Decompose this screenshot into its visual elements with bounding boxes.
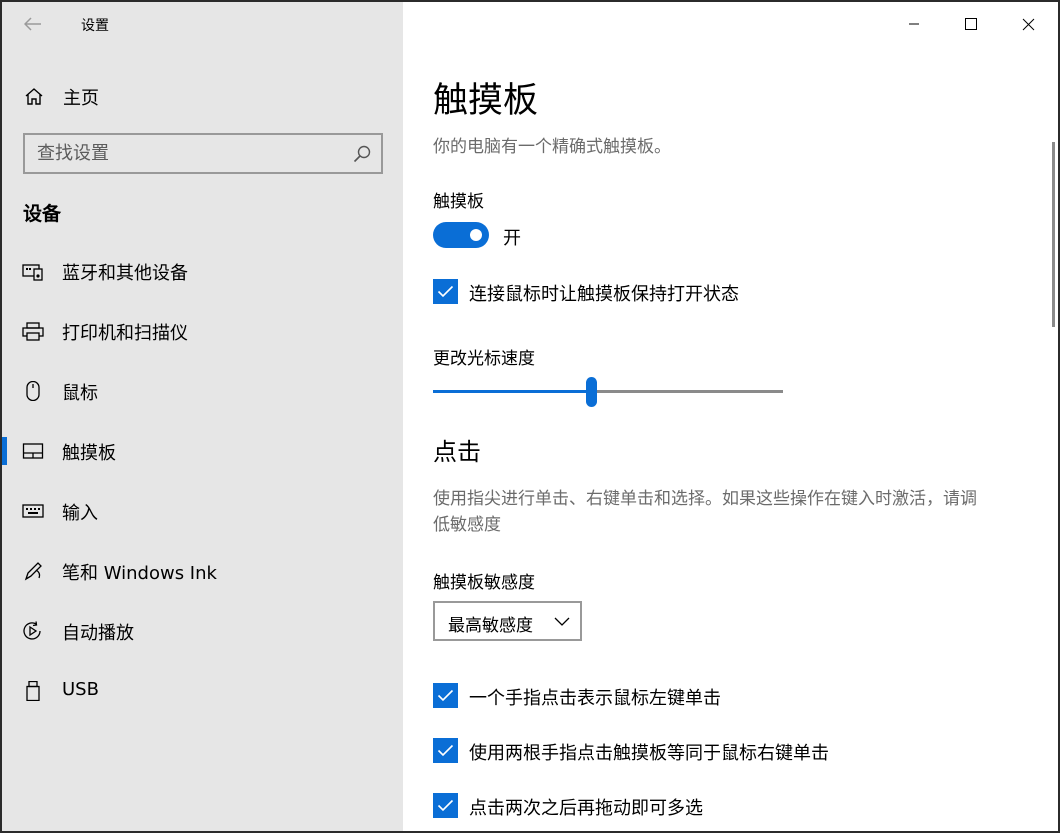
toggle-knob bbox=[470, 229, 482, 241]
checkbox-label: 一个手指点击表示鼠标左键单击 bbox=[469, 688, 721, 709]
printer-icon bbox=[22, 322, 44, 341]
sidebar-item-typing[interactable]: 输入 bbox=[2, 485, 403, 537]
checkmark-icon bbox=[437, 799, 454, 812]
checkbox-label: 点击两次之后再拖动即可多选 bbox=[469, 798, 703, 819]
cursor-speed-slider[interactable] bbox=[433, 374, 783, 410]
checkbox-label: 使用两根手指点击触摸板等同于鼠标右键单击 bbox=[469, 743, 829, 764]
checkbox[interactable] bbox=[433, 793, 458, 818]
sidebar-item-label: 蓝牙和其他设备 bbox=[62, 263, 188, 284]
touchpad-icon bbox=[22, 443, 44, 459]
back-button[interactable] bbox=[20, 12, 46, 36]
bluetooth-devices-icon bbox=[22, 264, 43, 281]
toggle-state-text: 开 bbox=[503, 228, 521, 249]
home-icon bbox=[25, 88, 43, 105]
sidebar-item-autoplay[interactable]: 自动播放 bbox=[2, 605, 403, 657]
checkbox[interactable] bbox=[433, 683, 458, 708]
sidebar: 设置 主页 设备 蓝牙和其他设备 bbox=[2, 2, 403, 831]
page-title: 触摸板 bbox=[433, 81, 539, 121]
title-bar-left: 设置 bbox=[2, 2, 403, 46]
checkmark-icon bbox=[437, 689, 454, 702]
settings-window: 设置 主页 设备 蓝牙和其他设备 bbox=[2, 2, 1058, 831]
sidebar-item-pen[interactable]: 笔和 Windows Ink bbox=[2, 545, 403, 597]
slider-track bbox=[596, 390, 783, 393]
checkbox[interactable] bbox=[433, 738, 458, 763]
close-icon bbox=[1022, 18, 1034, 30]
back-arrow-icon bbox=[24, 17, 41, 31]
usb-icon bbox=[26, 681, 40, 701]
sensitivity-label: 触摸板敏感度 bbox=[433, 573, 535, 593]
pen-icon bbox=[24, 562, 42, 581]
mouse-icon bbox=[26, 381, 40, 401]
maximize-button[interactable] bbox=[956, 10, 986, 38]
sidebar-item-printers[interactable]: 打印机和扫描仪 bbox=[2, 305, 403, 357]
sidebar-item-label: 鼠标 bbox=[62, 383, 98, 404]
search-icon[interactable] bbox=[353, 145, 371, 163]
touchpad-toggle-label: 触摸板 bbox=[433, 192, 484, 212]
slider-track-filled bbox=[433, 390, 586, 393]
search-box[interactable] bbox=[23, 133, 383, 174]
section-title: 设备 bbox=[23, 203, 62, 225]
sidebar-item-usb[interactable]: USB bbox=[2, 665, 403, 717]
tap-description: 使用指尖进行单击、右键单击和选择。如果这些操作在键入时激活，请调低敏感度 bbox=[433, 489, 977, 535]
scrollbar[interactable] bbox=[1052, 142, 1055, 327]
cursor-speed-label: 更改光标速度 bbox=[433, 349, 535, 369]
touchpad-toggle[interactable] bbox=[433, 222, 489, 248]
dropdown-value: 最高敏感度 bbox=[448, 616, 533, 636]
sidebar-item-label: 输入 bbox=[62, 503, 98, 524]
slider-thumb[interactable] bbox=[585, 377, 597, 407]
autoplay-icon bbox=[23, 621, 41, 640]
sidebar-item-label: 主页 bbox=[63, 88, 99, 109]
sidebar-item-touchpad[interactable]: 触摸板 bbox=[2, 425, 403, 477]
sidebar-item-label: 笔和 Windows Ink bbox=[62, 563, 217, 584]
keyboard-icon bbox=[22, 504, 44, 518]
checkmark-icon bbox=[437, 285, 454, 298]
main-content: 触摸板 你的电脑有一个精确式触摸板。 触摸板 开 连接鼠标时让触摸板保持打开状态… bbox=[403, 2, 1058, 831]
sidebar-item-home[interactable]: 主页 bbox=[2, 76, 403, 116]
sidebar-item-label: 触摸板 bbox=[62, 443, 116, 464]
maximize-icon bbox=[965, 18, 977, 30]
checkmark-icon bbox=[437, 744, 454, 757]
chevron-down-icon bbox=[554, 617, 570, 626]
tap-section-title: 点击 bbox=[433, 438, 481, 466]
minimize-button[interactable] bbox=[899, 10, 929, 38]
checkbox[interactable] bbox=[433, 279, 458, 304]
page-description: 你的电脑有一个精确式触摸板。 bbox=[433, 137, 671, 157]
sensitivity-dropdown[interactable]: 最高敏感度 bbox=[433, 601, 582, 641]
active-indicator bbox=[2, 437, 7, 465]
search-input[interactable] bbox=[37, 141, 337, 166]
sidebar-item-bluetooth[interactable]: 蓝牙和其他设备 bbox=[2, 245, 403, 297]
sidebar-item-label: 自动播放 bbox=[62, 623, 134, 644]
sidebar-item-label: 打印机和扫描仪 bbox=[62, 323, 188, 344]
sidebar-item-mouse[interactable]: 鼠标 bbox=[2, 365, 403, 417]
app-title: 设置 bbox=[81, 18, 109, 34]
sidebar-item-label: USB bbox=[62, 679, 99, 700]
minimize-icon bbox=[909, 23, 919, 25]
checkbox-label: 连接鼠标时让触摸板保持打开状态 bbox=[469, 284, 739, 305]
close-button[interactable] bbox=[1013, 10, 1043, 38]
